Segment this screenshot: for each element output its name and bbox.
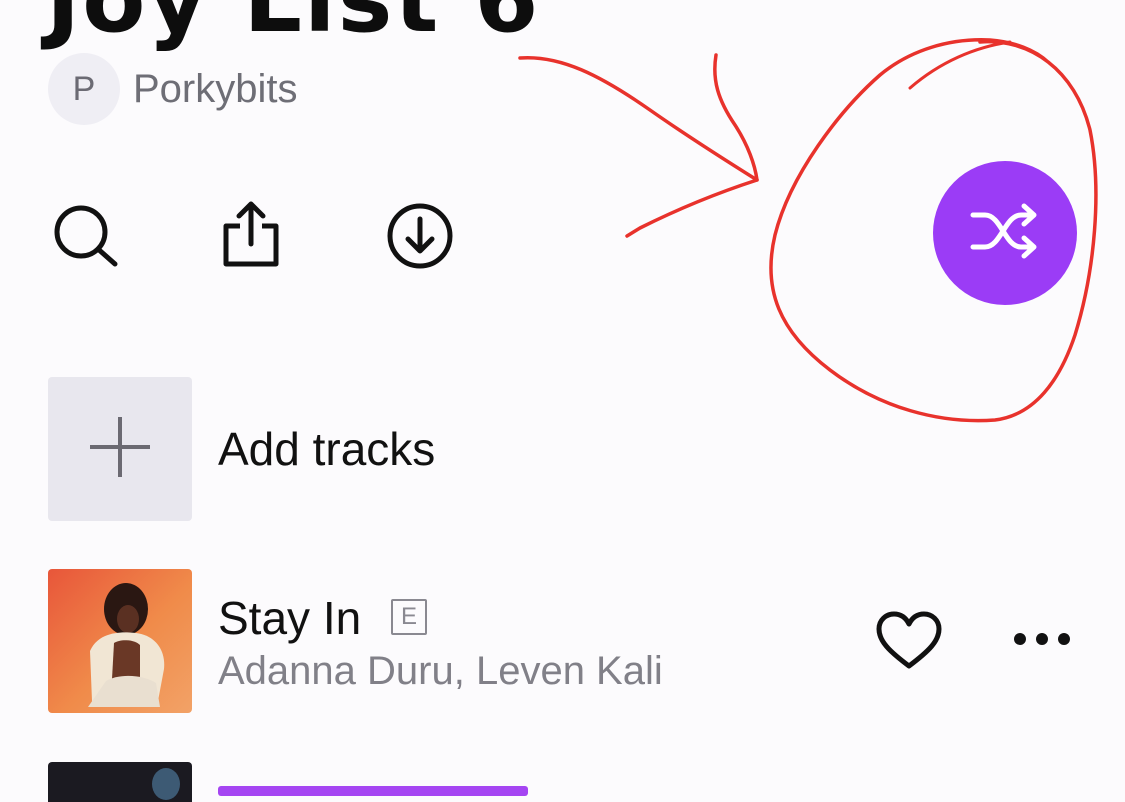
add-tracks-row[interactable]: Add tracks [48, 377, 435, 521]
shuffle-play-button[interactable] [933, 161, 1077, 305]
playlist-title: Joy List 6 [46, 0, 540, 53]
playlist-owner[interactable]: P Porkybits [48, 53, 298, 125]
heart-icon[interactable] [875, 611, 943, 676]
owner-name: Porkybits [133, 66, 298, 111]
explicit-badge: E [391, 599, 427, 635]
download-icon[interactable] [386, 202, 454, 275]
plus-icon [88, 415, 152, 484]
track-row[interactable]: Stay In E Adanna Duru, Leven Kali [48, 569, 1078, 713]
avatar: P [48, 53, 120, 125]
track-title: Stay In [218, 592, 362, 644]
add-tracks-label: Add tracks [218, 423, 436, 475]
track-artists: Adanna Duru, Leven Kali [218, 649, 663, 693]
shuffle-icon [969, 201, 1041, 266]
add-tile [48, 377, 192, 521]
search-icon[interactable] [52, 203, 120, 272]
share-icon[interactable] [222, 200, 282, 273]
more-options-icon[interactable] [1013, 631, 1071, 652]
next-track-cover[interactable] [48, 762, 192, 802]
album-cover [48, 569, 192, 713]
next-track-title-peek [218, 786, 528, 796]
